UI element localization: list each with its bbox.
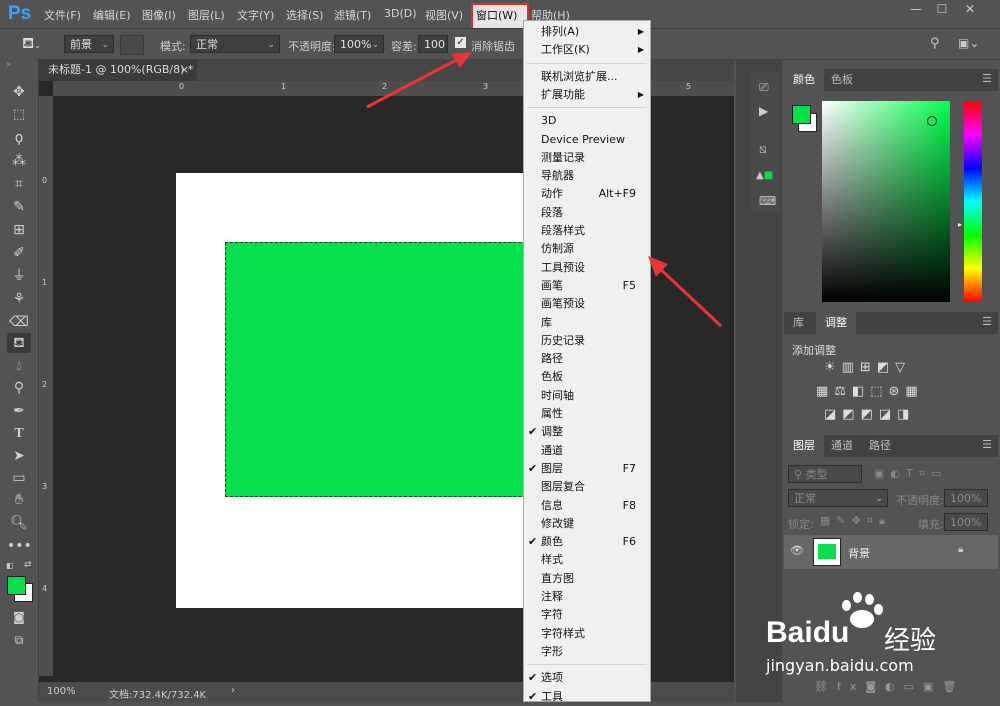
arrow-to-menu-list xyxy=(654,263,723,328)
watermark-brand: Baidu xyxy=(766,616,850,649)
watermark: Baidu 经验 jingyan.baidu.com xyxy=(756,590,996,680)
arrow-to-window-menu xyxy=(366,55,463,109)
watermark-cn: 经验 xyxy=(884,626,937,656)
watermark-url: jingyan.baidu.com xyxy=(766,656,914,675)
